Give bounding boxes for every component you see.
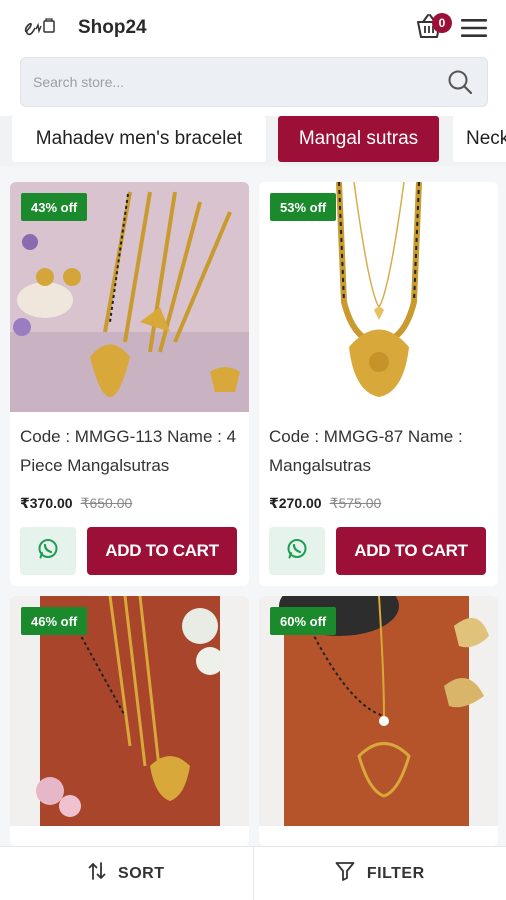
- discount-badge: 46% off: [21, 607, 88, 635]
- bottom-action-bar: SORT FILTER: [0, 846, 506, 900]
- product-card[interactable]: 43% off Code : MMGG-113 Name : 4 Piece M…: [10, 182, 249, 586]
- whatsapp-button[interactable]: [269, 527, 325, 575]
- app-header: Shop24 0: [0, 0, 506, 56]
- category-chip-mahadev-bracelet[interactable]: Mahadev men's bracelet: [12, 116, 266, 162]
- category-chip-neck[interactable]: Neck: [453, 116, 506, 162]
- whatsapp-icon: [286, 538, 308, 565]
- add-to-cart-button[interactable]: ADD TO CART: [336, 527, 486, 575]
- product-card[interactable]: 60% off: [259, 596, 498, 846]
- search-input[interactable]: [33, 74, 445, 90]
- search-bar: [20, 57, 488, 107]
- whatsapp-icon: [37, 538, 59, 565]
- shop-logo-icon[interactable]: [20, 14, 60, 42]
- category-label: Mahadev men's bracelet: [35, 128, 243, 149]
- product-original-price: ₹650.00: [80, 495, 133, 511]
- discount-badge: 53% off: [270, 193, 337, 221]
- cart-button[interactable]: 0: [412, 11, 452, 45]
- product-price: ₹370.00: [20, 495, 73, 511]
- price-row: ₹270.00 ₹575.00: [269, 495, 381, 512]
- hamburger-menu-icon[interactable]: [460, 14, 488, 42]
- whatsapp-button[interactable]: [20, 527, 76, 575]
- price-row: ₹370.00 ₹650.00: [20, 495, 132, 512]
- product-original-price: ₹575.00: [329, 495, 382, 511]
- product-price: ₹270.00: [269, 495, 322, 511]
- category-label: Mangal sutras: [298, 128, 419, 149]
- app-title: Shop24: [78, 17, 147, 38]
- sort-label: SORT: [118, 864, 165, 882]
- category-tabs: Mahadev men's bracelet Mangal sutras Nec…: [0, 116, 506, 166]
- cart-count-badge: 0: [432, 13, 452, 33]
- filter-button[interactable]: FILTER: [254, 847, 506, 900]
- sort-button[interactable]: SORT: [0, 847, 253, 900]
- sort-arrows-icon: [88, 861, 106, 886]
- discount-badge: 43% off: [21, 193, 88, 221]
- product-card[interactable]: 53% off Code : MMGG-87 Name : Mangalsutr…: [259, 182, 498, 586]
- product-name[interactable]: Code : MMGG-87 Name : Mangalsutras: [269, 422, 489, 480]
- category-chip-mangal-sutras[interactable]: Mangal sutras: [278, 116, 439, 162]
- filter-funnel-icon: [335, 861, 355, 886]
- add-to-cart-button[interactable]: ADD TO CART: [87, 527, 237, 575]
- filter-label: FILTER: [366, 864, 425, 882]
- search-icon[interactable]: [445, 67, 475, 97]
- discount-badge: 60% off: [270, 607, 337, 635]
- product-card[interactable]: 46% off: [10, 596, 249, 846]
- category-label: Neck: [466, 128, 506, 149]
- product-name[interactable]: Code : MMGG-113 Name : 4 Piece Mangalsut…: [20, 422, 240, 480]
